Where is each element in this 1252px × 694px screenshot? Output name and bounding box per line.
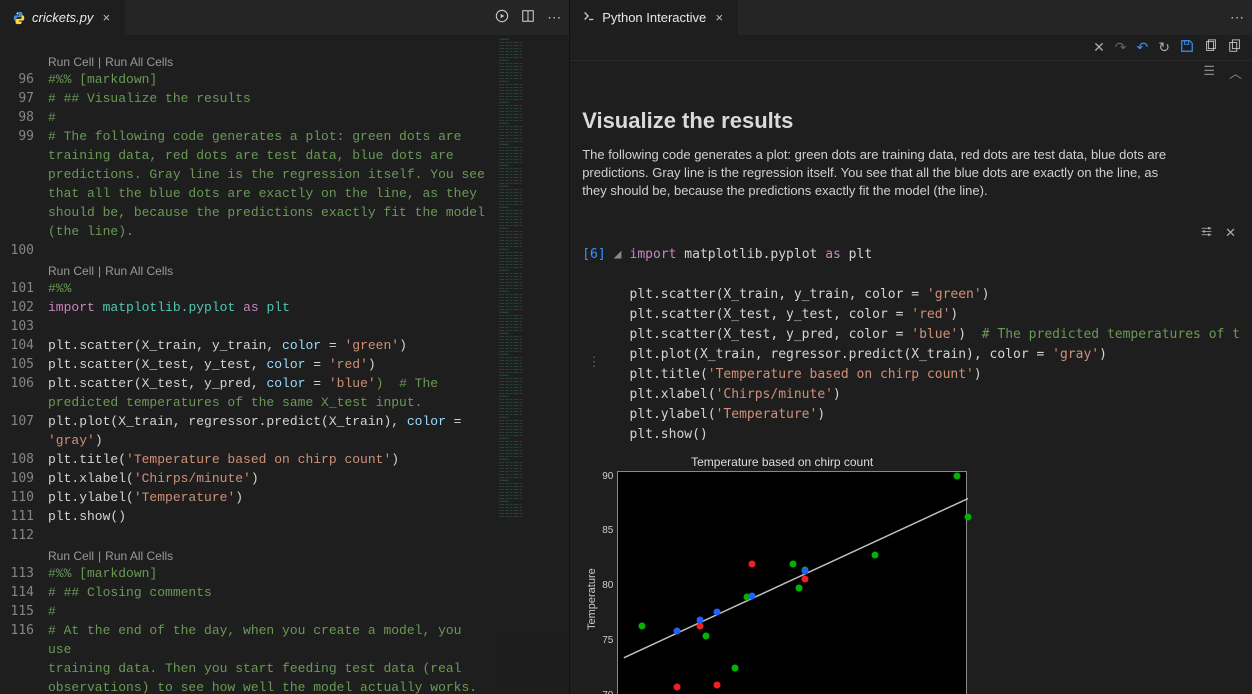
chart-point-train	[796, 585, 803, 592]
chart-ylabel: Temperature	[582, 471, 602, 694]
chart-point-train	[731, 664, 738, 671]
chart-point-pred	[714, 609, 721, 616]
interactive-toolbar: ✕ ↷ ↶ ↻	[570, 35, 1252, 61]
interactive-content: Visualize the results The following code…	[570, 84, 1252, 694]
chart-point-train	[790, 561, 797, 568]
chart-y-axis: 7075808590	[602, 471, 617, 694]
codelens-run-cell[interactable]: Run Cell	[48, 264, 94, 278]
editor-tab-actions: ⋯	[495, 9, 561, 26]
save-icon[interactable]	[1180, 39, 1194, 56]
redo-icon[interactable]: ↷	[1115, 39, 1127, 56]
copy-icon[interactable]	[1204, 39, 1218, 56]
editor-pane: crickets.py × ⋯ 969798991001011021031041…	[0, 0, 569, 694]
pane-sash[interactable]: ⋮	[590, 347, 598, 377]
codelens-run-all[interactable]: Run All Cells	[105, 549, 173, 563]
cell-markdown-body: The following code generates a plot: gre…	[582, 146, 1172, 201]
editor-tab-label: crickets.py	[32, 10, 93, 25]
minimap[interactable]: ######## ==== === == ==== == ==== === ==…	[497, 35, 569, 694]
clear-icon[interactable]: ✕	[1093, 39, 1105, 56]
run-cell-icon[interactable]	[495, 9, 509, 26]
codelens-run-cell[interactable]: Run Cell	[48, 55, 94, 69]
chart-point-pred	[801, 568, 808, 575]
interactive-pane: Python Interactive × ⋯ ✕ ↷ ↶ ↻ ☰	[569, 0, 1252, 694]
chart-output: Temperature based on chirp count Tempera…	[582, 455, 982, 694]
interactive-tab-label: Python Interactive	[602, 10, 706, 25]
editor-tab-bar: crickets.py × ⋯	[0, 0, 569, 35]
editor-body[interactable]: 9697989910010110210310410510610710810911…	[0, 35, 569, 694]
interactive-tab[interactable]: Python Interactive ×	[570, 0, 738, 35]
chart-point-test	[749, 561, 756, 568]
chart-plot-area	[617, 471, 967, 694]
interactive-tab-bar: Python Interactive × ⋯	[570, 0, 1252, 35]
chart-point-train	[953, 472, 960, 479]
more-actions-icon[interactable]: ⋯	[1230, 9, 1244, 26]
split-editor-icon[interactable]	[521, 9, 535, 26]
app-root: crickets.py × ⋯ 969798991001011021031041…	[0, 0, 1252, 694]
chart-point-test	[801, 576, 808, 583]
close-tab-icon[interactable]: ×	[99, 10, 113, 25]
chart-point-train	[965, 514, 972, 521]
chart-point-test	[696, 623, 703, 630]
cell-close-icon[interactable]: ✕	[1225, 225, 1236, 241]
chart-point-pred	[696, 616, 703, 623]
restart-icon[interactable]: ↻	[1158, 39, 1170, 56]
cell-code: import matplotlib.pyplot as plt plt.scat…	[630, 245, 1241, 445]
copy-all-icon[interactable]	[1228, 39, 1242, 56]
chart-title: Temperature based on chirp count	[582, 455, 982, 469]
chart-point-train	[638, 623, 645, 630]
interactive-icon	[582, 9, 596, 26]
more-actions-icon[interactable]: ⋯	[547, 9, 561, 26]
chart-point-pred	[749, 593, 756, 600]
cell-settings-icon[interactable]	[1200, 225, 1213, 241]
line-number-gutter: 9697989910010110210310410510610710810911…	[0, 35, 48, 694]
chart-point-pred	[673, 627, 680, 634]
chart-point-test	[673, 684, 680, 691]
code-area[interactable]: Run Cell|Run All Cells#%% [markdown]# ##…	[48, 35, 569, 694]
chart-point-train	[871, 552, 878, 559]
close-interactive-icon[interactable]: ×	[712, 10, 726, 25]
chart-point-train	[702, 632, 709, 639]
chart-point-test	[714, 681, 721, 688]
codelens-run-all[interactable]: Run All Cells	[105, 55, 173, 69]
codelens-run-all[interactable]: Run All Cells	[105, 264, 173, 278]
cell-collapse-icon[interactable]: ◢	[614, 245, 622, 445]
scroll-top-icon[interactable]: ︿	[1229, 63, 1242, 82]
undo-icon[interactable]: ↶	[1137, 39, 1149, 56]
python-file-icon	[12, 11, 26, 25]
editor-tab-crickets[interactable]: crickets.py ×	[0, 0, 125, 35]
codelens-run-cell[interactable]: Run Cell	[48, 549, 94, 563]
cell-markdown-title: Visualize the results	[582, 108, 1240, 134]
cell-exec-count: [6]	[582, 245, 605, 445]
cell-input-row: [6] ◢ import matplotlib.pyplot as plt pl…	[582, 245, 1240, 445]
collapse-input-icon[interactable]: ☰	[1203, 63, 1215, 82]
